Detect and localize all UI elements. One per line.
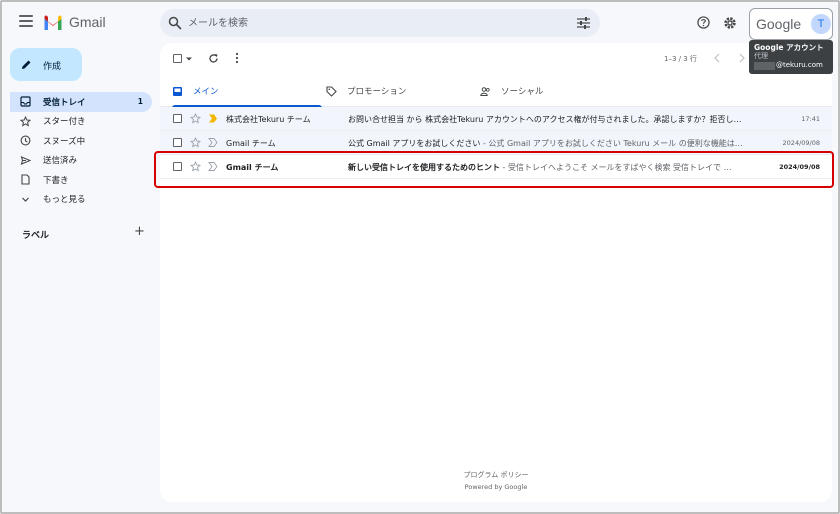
app-window: Gmail Goo bbox=[0, 0, 840, 514]
tab-social[interactable]: ソーシャル bbox=[480, 75, 630, 107]
tab-promotions[interactable]: プロモーション bbox=[326, 75, 476, 107]
sidebar-item-label: 受信トレイ bbox=[43, 97, 86, 108]
compose-label: 作成 bbox=[43, 62, 62, 72]
more-vert-icon[interactable] bbox=[235, 52, 239, 64]
select-caret-down-icon[interactable] bbox=[186, 56, 192, 62]
redacted-block bbox=[754, 61, 775, 70]
send-icon bbox=[20, 155, 31, 166]
email-subject: お問い合せ担当 から 株式会社Tekuru アカウントへのアクセス権が付与されま… bbox=[348, 115, 742, 124]
star-toggle-icon[interactable] bbox=[190, 161, 201, 172]
email-preview: 公式 Gmail アプリをお試しください - 公式 Gmail アプリをお試しく… bbox=[348, 138, 760, 149]
gmail-logo[interactable]: Gmail bbox=[43, 14, 106, 30]
powered-by-text: Powered by Google bbox=[464, 483, 528, 491]
email-sender: Gmail チーム bbox=[226, 163, 279, 172]
pencil-icon bbox=[22, 60, 31, 69]
avatar[interactable]: T bbox=[811, 14, 831, 34]
tab-label: ソーシャル bbox=[501, 87, 544, 97]
settings-gear-icon[interactable] bbox=[723, 16, 737, 30]
top-bar: Gmail Goo bbox=[2, 2, 838, 74]
refresh-icon[interactable] bbox=[208, 53, 219, 64]
tab-primary[interactable]: メイン bbox=[172, 75, 322, 108]
sidebar-item-starred[interactable]: スター付き bbox=[10, 112, 152, 132]
search-input[interactable] bbox=[188, 14, 568, 32]
sidebar-item-label: 下書き bbox=[43, 175, 69, 186]
email-sender: 株式会社Tekuru チーム bbox=[226, 115, 311, 124]
pager-range: 1–3 / 3 行 bbox=[664, 55, 697, 63]
row-checkbox[interactable] bbox=[173, 162, 182, 171]
sidebar-item-label: スター付き bbox=[43, 117, 86, 128]
email-date: 17:41 bbox=[801, 115, 820, 123]
add-label-button[interactable]: + bbox=[134, 225, 145, 239]
email-preview: お問い合せ担当 から 株式会社Tekuru アカウントへのアクセス権が付与されま… bbox=[348, 114, 760, 125]
email-date: 2024/09/08 bbox=[782, 139, 820, 147]
inbox-icon bbox=[20, 96, 31, 107]
program-policy-link[interactable]: プログラム ポリシー bbox=[160, 470, 832, 480]
tooltip-email: @tekuru.com bbox=[776, 61, 823, 69]
list-toolbar: 1–3 / 3 行 bbox=[160, 43, 832, 75]
tab-label: メイン bbox=[193, 87, 219, 97]
important-marker-icon[interactable] bbox=[208, 114, 218, 123]
people-icon bbox=[480, 86, 491, 97]
email-row[interactable]: 株式会社Tekuru チーム お問い合せ担当 から 株式会社Tekuru アカウ… bbox=[160, 107, 832, 131]
account-tooltip: Google アカウント 代理 @tekuru.com bbox=[749, 40, 833, 74]
email-subject: 公式 Gmail アプリをお試しください bbox=[348, 139, 481, 148]
labels-heading: ラベル bbox=[22, 231, 50, 241]
chevron-left-icon[interactable] bbox=[713, 53, 721, 63]
sidebar-item-label: スヌーズ中 bbox=[43, 136, 86, 147]
help-icon[interactable] bbox=[697, 16, 710, 29]
tab-label: プロモーション bbox=[347, 87, 407, 97]
select-all-checkbox[interactable] bbox=[173, 54, 182, 63]
sidebar-item-more[interactable]: もっと見る bbox=[10, 190, 152, 210]
compose-button[interactable]: 作成 bbox=[10, 48, 82, 81]
google-brand-text: Google bbox=[756, 16, 802, 32]
email-row[interactable]: Gmail チーム 公式 Gmail アプリをお試しください - 公式 Gmai… bbox=[160, 131, 832, 155]
star-toggle-icon[interactable] bbox=[190, 113, 201, 124]
email-date: 2024/09/08 bbox=[779, 163, 820, 171]
email-row[interactable]: Gmail チーム 新しい受信トレイを使用するためのヒント - 受信トレイへよう… bbox=[160, 155, 832, 179]
category-tabs: メイン プロモーション ソーシャル bbox=[160, 75, 832, 108]
gmail-m-icon bbox=[44, 14, 62, 30]
important-marker-icon[interactable] bbox=[208, 138, 218, 147]
gmail-logo-text: Gmail bbox=[69, 14, 106, 30]
email-subject: 新しい受信トレイを使用するためのヒント bbox=[348, 163, 500, 172]
inbox-tab-icon bbox=[172, 86, 183, 97]
tag-icon bbox=[326, 85, 337, 97]
google-account-button[interactable]: Google T bbox=[749, 8, 833, 40]
clock-icon bbox=[20, 135, 31, 146]
email-snippet: - 公式 Gmail アプリをお試しください Tekuru メール の便利な機能… bbox=[480, 139, 743, 148]
sidebar-item-drafts[interactable]: 下書き bbox=[10, 170, 152, 190]
main-menu-icon[interactable] bbox=[19, 15, 33, 27]
chevron-right-icon[interactable] bbox=[738, 53, 746, 63]
important-marker-icon[interactable] bbox=[208, 162, 218, 171]
star-icon bbox=[20, 115, 31, 127]
tooltip-title: Google アカウント bbox=[754, 43, 824, 52]
sidebar-item-inbox[interactable]: 受信トレイ 1 bbox=[10, 92, 152, 112]
sidebar-item-snoozed[interactable]: スヌーズ中 bbox=[10, 131, 152, 151]
tooltip-email-row: @tekuru.com bbox=[754, 61, 828, 70]
mail-list-panel: 1–3 / 3 行 メイン プロモーション ソーシャル 株式会社Tekuru チ… bbox=[160, 43, 832, 502]
sidebar-item-label: 送信済み bbox=[43, 156, 78, 167]
sidebar-nav: 受信トレイ 1 スター付き スヌーズ中 送信済み 下書き もっと見る bbox=[10, 92, 152, 209]
draft-icon bbox=[20, 174, 31, 185]
search-icon[interactable] bbox=[168, 16, 182, 30]
chevron-down-icon bbox=[20, 194, 31, 205]
search-options-icon[interactable] bbox=[577, 17, 590, 29]
email-preview: 新しい受信トレイを使用するためのヒント - 受信トレイへようこそ メールをすばや… bbox=[348, 162, 760, 173]
sidebar-item-label: もっと見る bbox=[43, 195, 86, 206]
inbox-unread-count: 1 bbox=[137, 97, 143, 107]
email-list: 株式会社Tekuru チーム お問い合せ担当 から 株式会社Tekuru アカウ… bbox=[160, 107, 832, 179]
search-bar[interactable] bbox=[160, 9, 600, 37]
email-snippet: - 受信トレイへようこそ メールをすばやく検索 受信トレイで … bbox=[500, 163, 732, 172]
tooltip-subtitle: 代理 bbox=[754, 52, 768, 60]
sidebar-item-sent[interactable]: 送信済み bbox=[10, 151, 152, 171]
row-checkbox[interactable] bbox=[173, 138, 182, 147]
email-sender: Gmail チーム bbox=[226, 139, 276, 148]
star-toggle-icon[interactable] bbox=[190, 137, 201, 148]
row-checkbox[interactable] bbox=[173, 114, 182, 123]
